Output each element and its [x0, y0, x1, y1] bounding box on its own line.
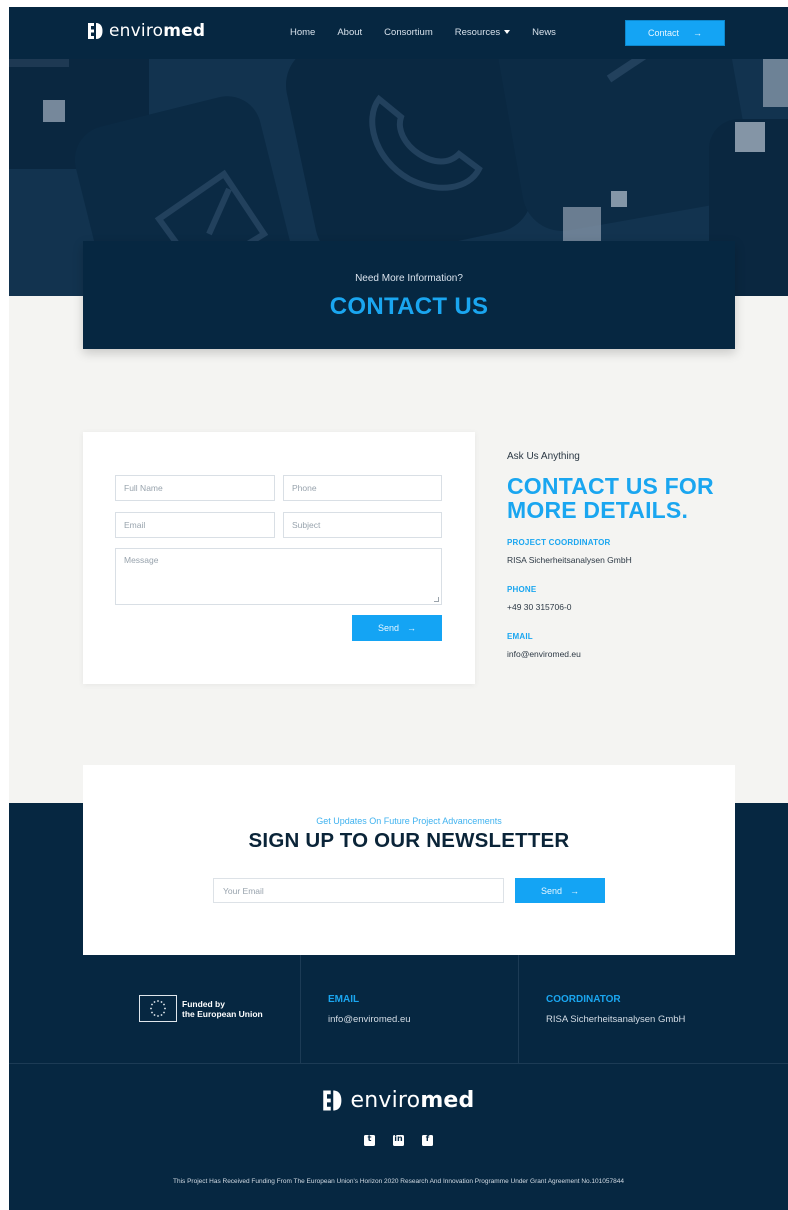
twitter-icon[interactable]: t: [364, 1134, 375, 1146]
footer-divider: [300, 955, 301, 1063]
arrow-right-icon: →: [570, 885, 580, 896]
info-title: CONTACT US FOR MORE DETAILS.: [507, 474, 767, 522]
info-title-line-1: CONTACT US FOR: [507, 473, 714, 499]
arrow-right-icon: →: [407, 623, 417, 633]
banner-kicker: Need More Information?: [355, 273, 463, 284]
full-name-input[interactable]: Full Name: [115, 475, 275, 501]
footer-coordinator-label: COORDINATOR: [546, 994, 621, 1005]
nav-news[interactable]: News: [532, 27, 556, 38]
page: enviromed Home About Consortium Resource…: [9, 7, 788, 1210]
social-links: t in f: [9, 1134, 788, 1146]
footer-coordinator-column: COORDINATOR RISA Sicherheitsanalysen Gmb…: [546, 994, 685, 1025]
logo-text-prefix: enviro: [109, 21, 164, 41]
info-kicker: Ask Us Anything: [507, 451, 580, 462]
info-title-line-2: MORE DETAILS.: [507, 497, 689, 523]
linkedin-icon[interactable]: in: [393, 1134, 404, 1146]
site-logo[interactable]: enviromed: [87, 21, 205, 41]
footer-logo-prefix: enviro: [350, 1088, 421, 1113]
contact-form: Full Name Phone Email Subject Message Se…: [83, 432, 475, 684]
contact-details: Ask Us Anything CONTACT US FOR MORE DETA…: [507, 451, 767, 679]
eu-text-line-2: the European Union: [182, 1008, 263, 1019]
eu-funding-badge: Funded by the European Union: [139, 995, 263, 1022]
subject-input[interactable]: Subject: [283, 512, 442, 538]
newsletter-email-input[interactable]: Your Email: [213, 878, 504, 903]
logo-text-suffix: med: [163, 21, 206, 41]
enviromed-logo-icon: [88, 23, 103, 39]
page-title: CONTACT US: [329, 293, 489, 320]
message-textarea[interactable]: Message: [115, 548, 442, 605]
footer-email-column: EMAIL info@enviromed.eu: [328, 994, 411, 1025]
footer-email-value[interactable]: info@enviromed.eu: [328, 1014, 411, 1025]
footer-logo-suffix: med: [420, 1088, 475, 1113]
footer-coordinator-value: RISA Sicherheitsanalysen GmbH: [546, 1014, 686, 1025]
footer-email-label: EMAIL: [328, 994, 360, 1005]
funding-disclaimer: This Project Has Received Funding From T…: [173, 1178, 624, 1185]
contact-banner: Need More Information? CONTACT US: [83, 241, 735, 349]
eu-flag-icon: [139, 995, 177, 1022]
message-placeholder: Message: [124, 555, 159, 565]
contact-button-label: Contact: [647, 28, 680, 38]
newsletter-send-label: Send: [540, 885, 563, 896]
footer-divider: [9, 1063, 788, 1064]
eu-text-line-1: Funded by: [182, 998, 225, 1009]
nav-home[interactable]: Home: [290, 27, 315, 38]
chevron-down-icon: [504, 30, 511, 35]
coordinator-value: RISA Sicherheitsanalysen GmbH: [507, 555, 632, 565]
email-input[interactable]: Email: [115, 512, 275, 538]
newsletter-title: SIGN UP TO OUR NEWSLETTER: [248, 829, 570, 852]
email-label: EMAIL: [507, 632, 533, 641]
footer-divider: [518, 955, 519, 1063]
phone-value[interactable]: +49 30 315706-0: [507, 602, 767, 612]
newsletter-send-button[interactable]: Send →: [515, 878, 605, 903]
enviromed-logo-icon: [323, 1090, 342, 1111]
nav-resources-label: Resources: [454, 27, 501, 38]
newsletter-kicker: Get Updates On Future Project Advancemen…: [316, 816, 502, 826]
email-value[interactable]: info@enviromed.eu: [507, 649, 767, 659]
phone-label: PHONE: [507, 585, 537, 594]
facebook-icon[interactable]: f: [422, 1134, 433, 1146]
nav-resources[interactable]: Resources: [454, 27, 511, 38]
eu-funding-text: Funded by the European Union: [182, 999, 263, 1019]
newsletter-card: Get Updates On Future Project Advancemen…: [83, 765, 735, 955]
phone-input[interactable]: Phone: [283, 475, 442, 501]
send-button[interactable]: Send →: [352, 615, 442, 641]
top-navbar: enviromed Home About Consortium Resource…: [9, 7, 788, 59]
footer-logo[interactable]: enviromed: [9, 1088, 788, 1113]
nav-about[interactable]: About: [337, 27, 362, 38]
resize-handle-icon[interactable]: [434, 597, 439, 602]
contact-button[interactable]: Contact →: [625, 20, 725, 46]
nav-consortium[interactable]: Consortium: [384, 27, 433, 38]
nav-menu: Home About Consortium Resources News: [290, 27, 578, 38]
coordinator-label: PROJECT COORDINATOR: [507, 538, 611, 547]
arrow-right-icon: →: [693, 28, 703, 38]
send-button-label: Send: [377, 623, 400, 633]
